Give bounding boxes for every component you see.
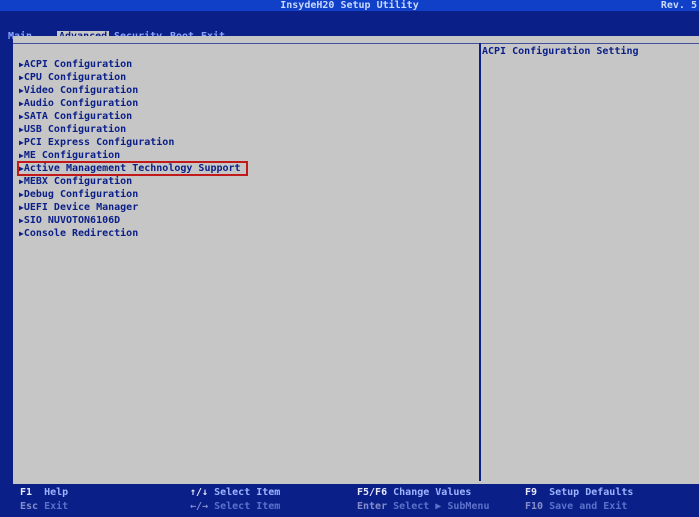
window-title: InsydeH20 Setup Utility <box>280 0 419 11</box>
footer-change-values: F5/F6 Change Values <box>357 487 472 498</box>
menu-item-acpi[interactable]: ▶ACPI Configuration <box>19 59 132 71</box>
help-text: ACPI Configuration Setting <box>482 46 639 57</box>
key-help-bar: F1 Help ↑/↓ Select Item F5/F6 Change Val… <box>0 484 699 517</box>
panel-top-line <box>13 43 699 44</box>
menu-item-sio[interactable]: ▶SIO NUVOTON6106D <box>19 215 120 227</box>
menu-bar: Main Advanced Security Boot Exit <box>0 11 699 42</box>
menu-item-video[interactable]: ▶Video Configuration <box>19 85 138 97</box>
footer-help: F1 Help <box>20 487 69 498</box>
menu-item-mebx[interactable]: ▶MEBX Configuration <box>19 176 132 188</box>
menu-item-audio[interactable]: ▶Audio Configuration <box>19 98 138 110</box>
menu-item-debug[interactable]: ▶Debug Configuration <box>19 189 138 201</box>
menu-item-pci-express[interactable]: ▶PCI Express Configuration <box>19 137 174 149</box>
menu-item-uefi-device-manager[interactable]: ▶UEFI Device Manager <box>19 202 138 214</box>
footer-select-submenu: Enter Select ▶ SubMenu <box>357 501 490 512</box>
help-divider <box>479 43 481 481</box>
menu-item-console-redirection[interactable]: ▶Console Redirection <box>19 228 138 240</box>
title-bar: InsydeH20 Setup Utility Rev. 5 <box>0 0 699 11</box>
highlight-box <box>17 161 248 176</box>
footer-save-exit: F10 Save and Exit <box>525 501 628 512</box>
revision-label: Rev. 5 <box>660 0 697 11</box>
footer-setup-defaults: F9 Setup Defaults <box>525 487 634 498</box>
footer-select-item-2: ←/→ Select Item <box>190 501 281 512</box>
menu-item-usb[interactable]: ▶USB Configuration <box>19 124 126 136</box>
footer-exit: Esc Exit <box>20 501 69 512</box>
menu-item-sata[interactable]: ▶SATA Configuration <box>19 111 132 123</box>
footer-select-item: ↑/↓ Select Item <box>190 487 281 498</box>
menu-item-cpu[interactable]: ▶CPU Configuration <box>19 72 126 84</box>
